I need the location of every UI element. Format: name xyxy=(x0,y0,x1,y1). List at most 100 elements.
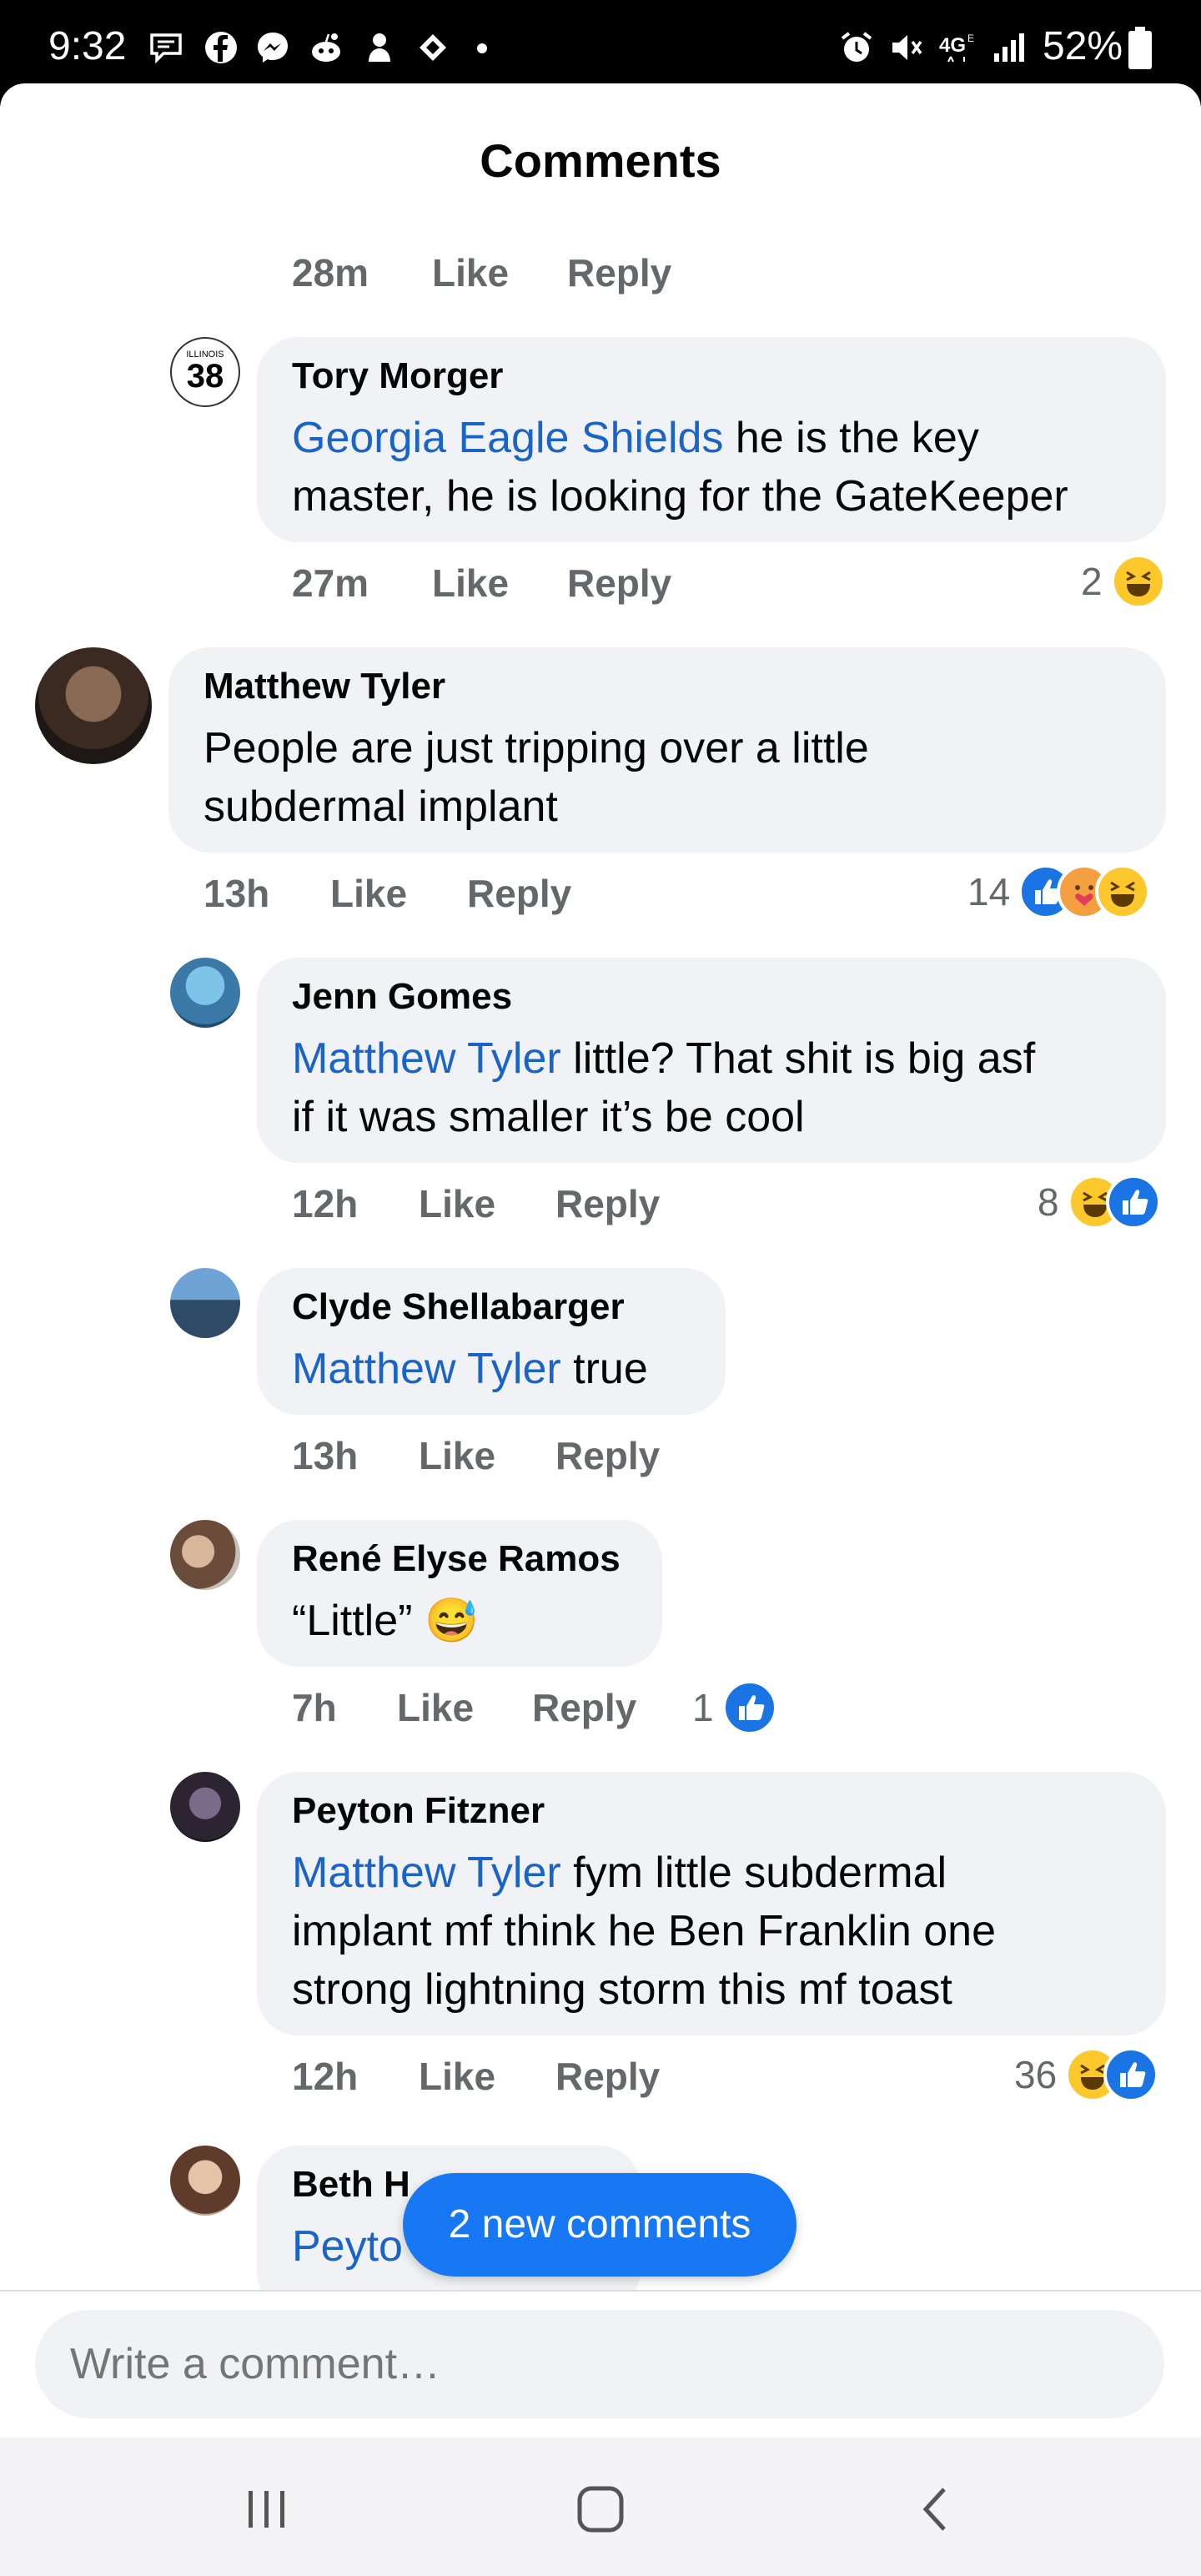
avatar[interactable] xyxy=(170,958,240,1028)
comment-bubble: Tory Morger Georgia Eagle Shields he is … xyxy=(257,337,1166,542)
mention-link[interactable]: Matthew Tyler xyxy=(292,1034,561,1083)
like-button[interactable]: Like xyxy=(432,561,509,606)
reactions[interactable]: 2 xyxy=(1081,552,1166,611)
comment-time: 27m xyxy=(292,561,369,605)
comment-text-line: strong lightning storm this mf toast xyxy=(292,1965,952,2014)
comment-text: Peyto xyxy=(292,2217,403,2276)
comment-time: 12h xyxy=(292,2055,359,2098)
reply-button[interactable]: Reply xyxy=(555,1433,660,1478)
sweat-smile-emoji: 😅 xyxy=(424,1597,479,1645)
avatar[interactable] xyxy=(170,1520,240,1590)
reactions[interactable]: 14 xyxy=(967,863,1151,921)
app-icon xyxy=(369,33,390,62)
comment-text: Matthew Tyler true xyxy=(292,1340,648,1398)
like-reaction-icon xyxy=(721,1680,777,1735)
like-reaction-icon xyxy=(1103,2047,1159,2102)
svg-text:38: 38 xyxy=(187,358,224,395)
avatar[interactable] xyxy=(170,1772,240,1842)
comment-text-part: he is the key xyxy=(723,414,979,462)
reactions[interactable]: 1 xyxy=(692,1678,777,1737)
comment-text-line: implant mf think he Ben Franklin one xyxy=(292,1907,996,1955)
like-button[interactable]: Like xyxy=(330,871,407,916)
comment-text: Matthew Tyler fym little subdermal xyxy=(292,1844,947,1902)
new-comments-button[interactable]: 2 new comments xyxy=(403,2173,796,2277)
page-title: Comments xyxy=(480,134,721,187)
comment-text-line: if it was smaller it’s be cool xyxy=(292,1093,805,1141)
like-button[interactable]: Like xyxy=(419,2054,495,2099)
comment-author[interactable]: Peyton Fitzner xyxy=(292,1790,545,1832)
reply-button[interactable]: Reply xyxy=(555,1181,660,1226)
comments-sheet: Comments 28m Like Reply ILLINOIS 38 Tory… xyxy=(0,83,1201,2438)
comment-author[interactable]: Clyde Shellabarger xyxy=(292,1286,625,1328)
reply-button[interactable]: Reply xyxy=(567,250,671,295)
reaction-count: 1 xyxy=(692,1686,714,1729)
like-reaction-icon xyxy=(1105,1175,1161,1230)
comment-author[interactable]: René Elyse Ramos xyxy=(292,1538,621,1580)
messages-icon xyxy=(150,33,182,64)
lte-icon: 4G E xyxy=(939,33,974,63)
app-icon-2 xyxy=(420,34,446,61)
comment-composer xyxy=(0,2290,1201,2439)
battery-icon xyxy=(1128,27,1152,69)
recent-apps-icon[interactable] xyxy=(242,2486,292,2533)
reply-button[interactable]: Reply xyxy=(467,871,571,916)
alarm-icon xyxy=(841,32,872,62)
comment-text-part: little? That shit is big asf xyxy=(560,1034,1036,1083)
mute-icon xyxy=(892,35,922,60)
like-button[interactable]: Like xyxy=(432,250,509,295)
comment-bubble: Matthew Tyler People are just tripping o… xyxy=(168,647,1166,853)
comment-author[interactable]: Matthew Tyler xyxy=(204,666,445,707)
comment-time: 28m xyxy=(292,251,369,294)
comment-text-part: true xyxy=(560,1345,648,1393)
comment-text: Matthew Tyler little? That shit is big a… xyxy=(292,1029,1035,1088)
mention-link[interactable]: Peyto xyxy=(292,2222,403,2271)
like-button[interactable]: Like xyxy=(419,1181,495,1226)
comment-text: “Little” 😅 xyxy=(292,1592,479,1650)
reactions[interactable]: 8 xyxy=(1038,1173,1161,1231)
like-button[interactable]: Like xyxy=(419,1433,495,1478)
comment-bubble: Jenn Gomes Matthew Tyler little? That sh… xyxy=(257,958,1166,1163)
reddit-icon xyxy=(312,33,340,62)
comment-time: 7h xyxy=(292,1686,337,1729)
haha-reaction-icon xyxy=(1110,554,1166,609)
back-icon[interactable] xyxy=(917,2486,954,2533)
comment-text-part: “Little” xyxy=(292,1597,413,1645)
reply-button[interactable]: Reply xyxy=(532,1685,636,1730)
comment-text: People are just tripping over a little xyxy=(204,724,869,772)
like-button[interactable]: Like xyxy=(397,1685,474,1730)
reaction-count: 2 xyxy=(1081,560,1103,603)
haha-reaction-icon xyxy=(1095,864,1151,919)
comment-author[interactable]: Tory Morger xyxy=(292,355,503,397)
mention-link[interactable]: Matthew Tyler xyxy=(292,1345,561,1393)
reply-button[interactable]: Reply xyxy=(567,561,671,606)
reaction-count: 8 xyxy=(1038,1180,1059,1224)
signal-icon xyxy=(994,33,1024,62)
comment-text-line: master, he is looking for the GateKeeper xyxy=(292,472,1068,521)
comment-input[interactable] xyxy=(35,2310,1164,2418)
home-icon[interactable] xyxy=(575,2484,626,2534)
comment-bubble: René Elyse Ramos “Little” 😅 xyxy=(257,1520,662,1667)
comment-text-line: subdermal implant xyxy=(204,782,558,831)
comment-bubble: Peyton Fitzner Matthew Tyler fym little … xyxy=(257,1772,1166,2035)
mention-link[interactable]: Georgia Eagle Shields xyxy=(292,414,723,462)
mention-link[interactable]: Matthew Tyler xyxy=(292,1849,561,1897)
avatar[interactable] xyxy=(35,647,152,764)
reaction-count: 36 xyxy=(1014,2053,1058,2096)
svg-text:E: E xyxy=(967,33,974,44)
reply-button[interactable]: Reply xyxy=(555,2054,660,2099)
comment-time: 13h xyxy=(292,1434,359,1477)
system-nav-bar xyxy=(0,2438,1201,2576)
comment-bubble: Clyde Shellabarger Matthew Tyler true xyxy=(257,1268,726,1415)
status-time: 9:32 xyxy=(48,24,127,68)
facebook-icon xyxy=(205,32,237,63)
comment-time: 12h xyxy=(292,1182,359,1225)
avatar[interactable] xyxy=(170,1268,240,1338)
avatar[interactable] xyxy=(170,2146,240,2216)
comment-author[interactable]: Beth H xyxy=(292,2164,410,2206)
comment-text: Georgia Eagle Shields he is the key xyxy=(292,409,979,467)
comment-author[interactable]: Jenn Gomes xyxy=(292,976,512,1018)
messenger-icon xyxy=(258,33,288,63)
reactions[interactable]: 36 xyxy=(1014,2045,1159,2104)
avatar[interactable]: ILLINOIS 38 xyxy=(170,337,240,407)
route-38-shield-icon: ILLINOIS 38 xyxy=(186,350,224,395)
